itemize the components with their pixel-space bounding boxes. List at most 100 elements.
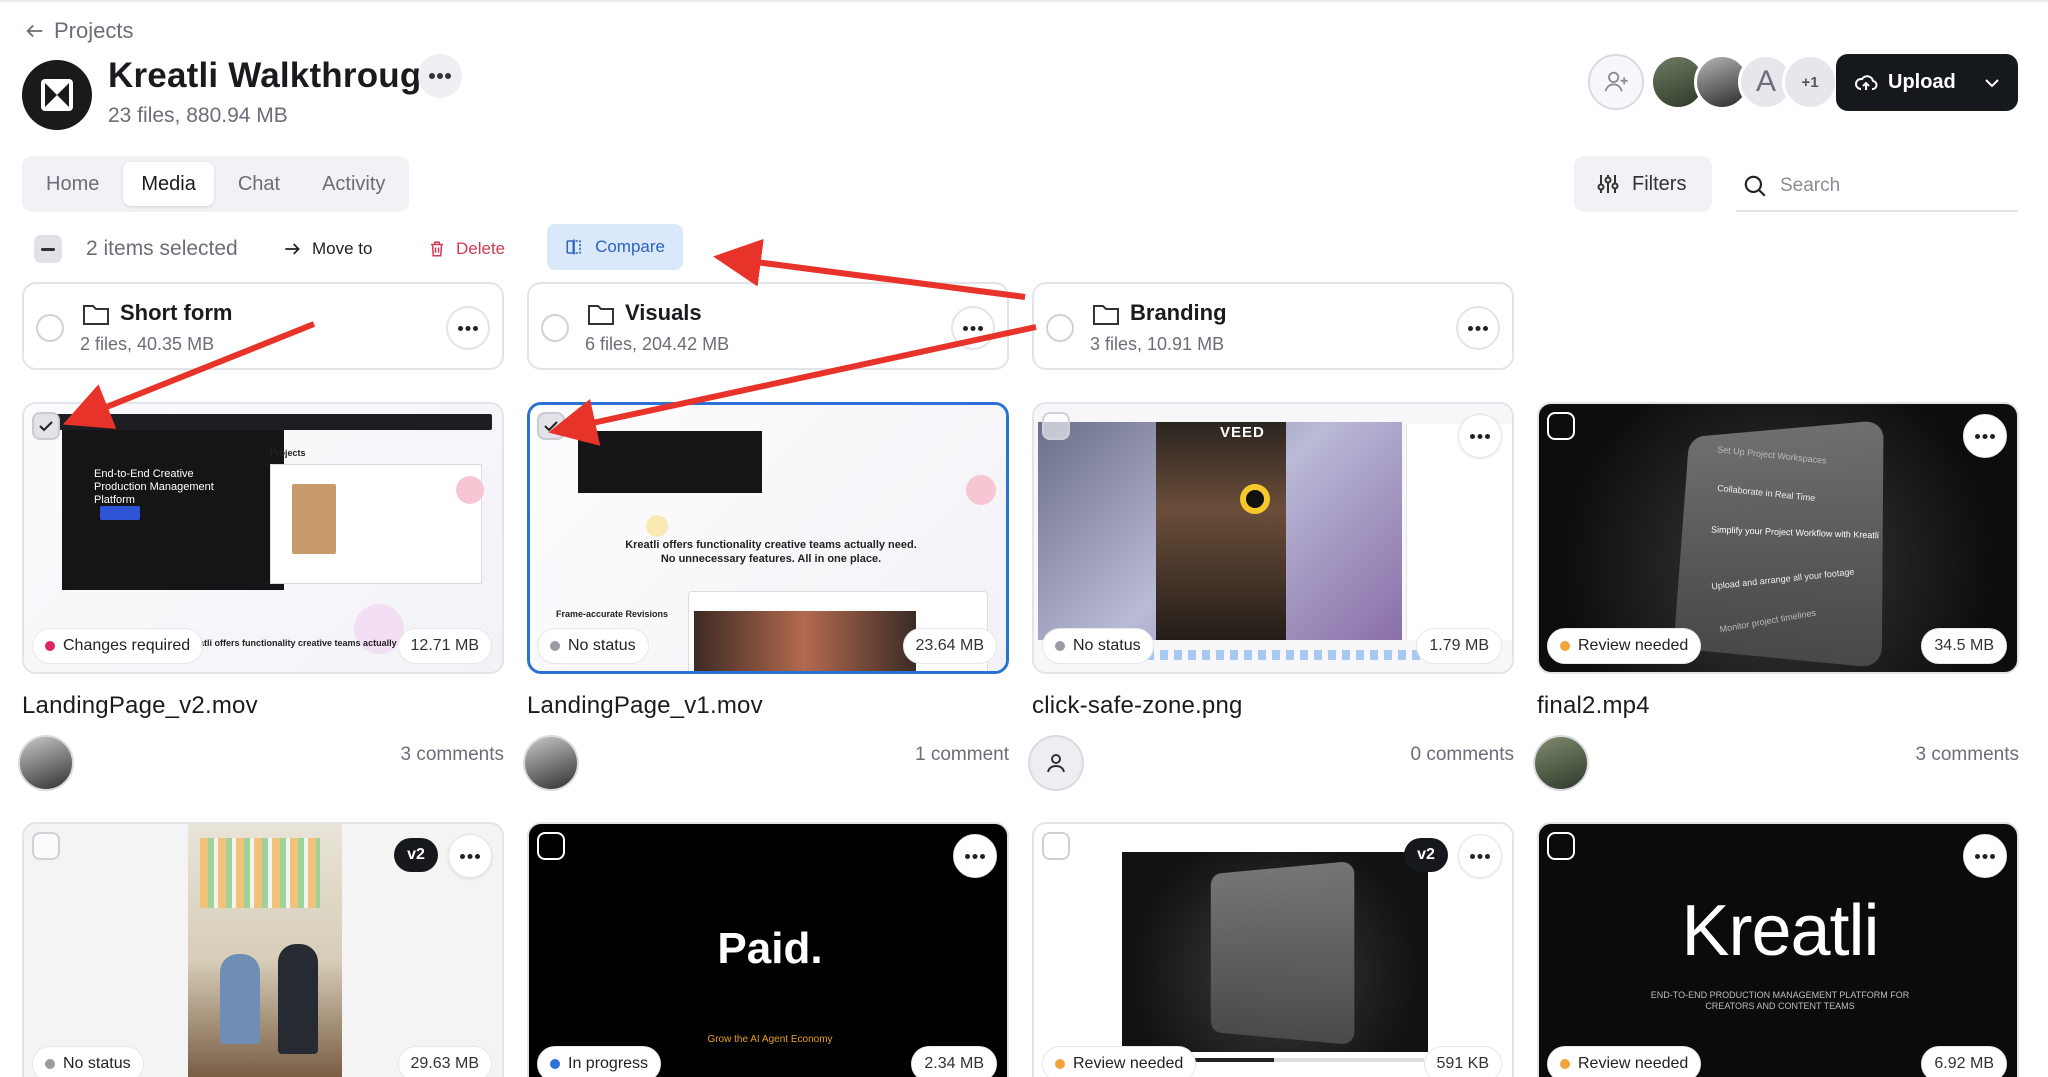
file-checkbox-checked[interactable]: [537, 412, 565, 440]
status-badge[interactable]: Review needed: [1042, 1046, 1197, 1077]
status-dot: [1055, 641, 1065, 651]
status-badge[interactable]: Review needed: [1547, 628, 1702, 664]
file-thumbnail[interactable]: Kreatli END-TO-END PRODUCTION MANAGEMENT…: [1537, 822, 2019, 1077]
more-horizontal-icon: [429, 73, 451, 79]
folder-checkbox[interactable]: [1046, 314, 1074, 342]
file-checkbox[interactable]: [1547, 832, 1575, 860]
folder-icon: [588, 305, 614, 325]
file-card[interactable]: End-to-End Creative Production Managemen…: [18, 402, 504, 791]
search-input[interactable]: [1780, 175, 2000, 197]
move-to-label: Move to: [312, 239, 373, 258]
file-card[interactable]: VEED No status 1.79 MB click-safe-zone.p…: [1028, 402, 1514, 791]
move-to-button[interactable]: Move to: [282, 224, 372, 274]
folder-card[interactable]: Short form 2 files, 40.35 MB: [22, 282, 504, 370]
file-checkbox[interactable]: [1042, 412, 1070, 440]
file-more-button[interactable]: [1963, 834, 2007, 878]
status-label: No status: [63, 1055, 131, 1072]
folder-more-button[interactable]: [446, 306, 490, 350]
file-card[interactable]: Set Up Project Workspaces Collaborate in…: [1533, 402, 2019, 791]
delete-button[interactable]: Delete: [428, 224, 505, 274]
file-name[interactable]: LandingPage_v2.mov: [22, 692, 258, 720]
folder-more-button[interactable]: [951, 306, 995, 350]
folder-card[interactable]: Branding 3 files, 10.91 MB: [1032, 282, 1514, 370]
invite-member-button[interactable]: [1588, 54, 1644, 110]
status-badge[interactable]: No status: [1042, 628, 1154, 664]
folder-checkbox[interactable]: [36, 314, 64, 342]
file-size: 1.79 MB: [1416, 628, 1502, 664]
project-more-button[interactable]: [418, 54, 462, 98]
status-badge[interactable]: No status: [32, 1046, 144, 1077]
folder-checkbox[interactable]: [541, 314, 569, 342]
status-label: In progress: [568, 1055, 649, 1072]
thumb-projects-label: Projects: [270, 448, 306, 458]
file-more-button[interactable]: [1963, 414, 2007, 458]
status-dot: [1560, 1059, 1570, 1069]
trash-icon: [431, 241, 443, 257]
file-checkbox[interactable]: [1547, 412, 1575, 440]
tab-chat[interactable]: Chat: [220, 162, 298, 206]
upload-label: Upload: [1888, 71, 1956, 93]
file-name[interactable]: final2.mp4: [1537, 692, 1650, 720]
project-tabs: Home Media Chat Activity: [22, 156, 410, 212]
owner-avatar: [18, 735, 74, 791]
chevron-down-icon[interactable]: [1984, 78, 2000, 88]
file-card[interactable]: v2 No status 29.63 MB: [22, 822, 504, 1077]
file-more-button[interactable]: [448, 834, 492, 878]
version-badge[interactable]: v2: [394, 838, 438, 872]
thumb-hero-text: End-to-End Creative Production Managemen…: [94, 468, 214, 506]
status-badge[interactable]: Changes required: [32, 628, 204, 664]
file-more-button[interactable]: [1458, 834, 1502, 878]
tab-home[interactable]: Home: [28, 162, 117, 206]
file-name[interactable]: click-safe-zone.png: [1032, 692, 1243, 720]
file-more-button[interactable]: [953, 834, 997, 878]
tab-media[interactable]: Media: [123, 162, 214, 206]
folder-more-button[interactable]: [1456, 306, 1500, 350]
compare-label: Compare: [595, 237, 665, 256]
comment-count[interactable]: 0 comments: [1411, 744, 1514, 766]
search-box: [1736, 162, 2018, 212]
status-badge[interactable]: Review needed: [1547, 1046, 1702, 1077]
media-page: Projects Kreatli Walkthrough 23 files, 8…: [0, 0, 2048, 1077]
comment-count[interactable]: 3 comments: [401, 744, 504, 766]
status-label: No status: [568, 637, 636, 654]
project-title: Kreatli Walkthrough: [108, 56, 444, 95]
more-horizontal-icon: [1975, 433, 1995, 439]
folder-meta: 6 files, 204.42 MB: [585, 334, 730, 354]
file-checkbox[interactable]: [32, 832, 60, 860]
file-checkbox-checked[interactable]: [32, 412, 60, 440]
file-card[interactable]: Paid. Grow the AI Agent Economy In progr…: [527, 822, 1009, 1077]
file-name[interactable]: LandingPage_v1.mov: [527, 692, 763, 720]
owner-avatar: [1533, 735, 1589, 791]
file-card[interactable]: v2 Review needed 591 KB: [1032, 822, 1514, 1077]
tab-activity[interactable]: Activity: [304, 162, 403, 206]
folder-meta: 2 files, 40.35 MB: [80, 334, 215, 354]
folder-name: Visuals: [625, 300, 702, 325]
deselect-all-checkbox[interactable]: [34, 235, 62, 263]
comment-count[interactable]: 3 comments: [1916, 744, 2019, 766]
version-badge[interactable]: v2: [1404, 838, 1448, 872]
status-label: Review needed: [1578, 637, 1689, 654]
status-badge[interactable]: No status: [537, 628, 649, 664]
status-badge[interactable]: In progress: [537, 1046, 662, 1077]
filters-button[interactable]: Filters: [1574, 156, 1712, 212]
file-checkbox[interactable]: [1042, 832, 1070, 860]
compare-button[interactable]: Compare: [547, 224, 683, 270]
status-label: Review needed: [1578, 1055, 1689, 1072]
more-horizontal-icon: [458, 325, 478, 331]
back-to-projects-link[interactable]: Projects: [24, 18, 133, 44]
file-checkbox[interactable]: [537, 832, 565, 860]
member-avatars[interactable]: A +1: [1650, 54, 1838, 110]
comment-count[interactable]: 1 comment: [915, 744, 1009, 766]
folder-card[interactable]: Visuals 6 files, 204.42 MB: [527, 282, 1009, 370]
file-card[interactable]: Kreatli offers functionality creative te…: [523, 402, 1009, 791]
file-thumbnail[interactable]: Paid. Grow the AI Agent Economy: [527, 822, 1009, 1077]
more-horizontal-icon: [1470, 433, 1490, 439]
upload-button[interactable]: Upload: [1836, 54, 2018, 111]
status-dot: [1560, 641, 1570, 651]
owner-avatar: [1028, 735, 1084, 791]
file-card[interactable]: Kreatli END-TO-END PRODUCTION MANAGEMENT…: [1537, 822, 2019, 1077]
thumb-paid-logo: Paid.: [717, 924, 823, 973]
file-more-button[interactable]: [1458, 414, 1502, 458]
folder-icon: [83, 305, 109, 325]
thumb-veed-text: VEED: [1220, 424, 1265, 441]
